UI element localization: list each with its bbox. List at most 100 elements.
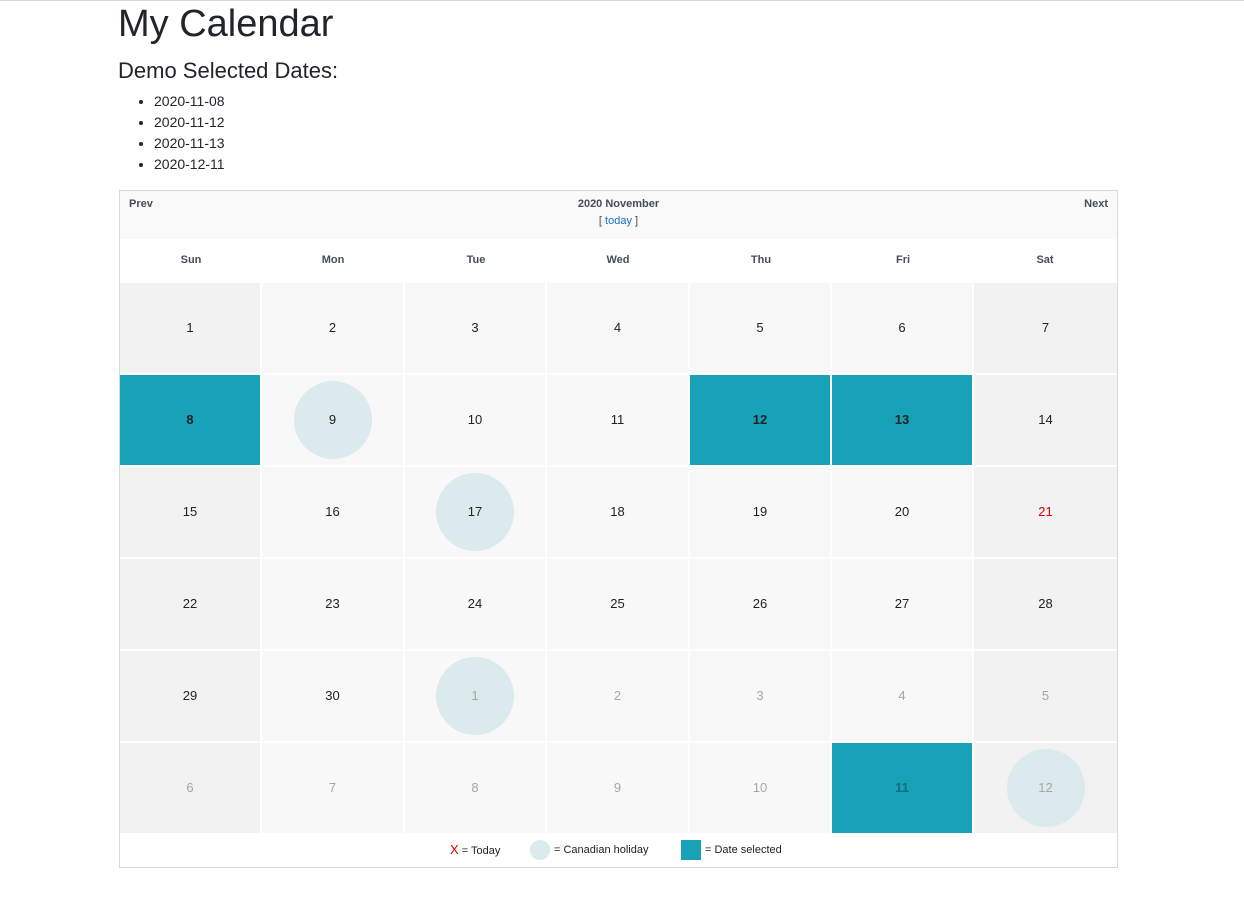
day-cell[interactable]: 1 [120, 283, 260, 373]
day-cell[interactable]: 8 [120, 375, 260, 465]
day-number: 29 [182, 688, 198, 703]
day-cell[interactable]: 6 [832, 283, 972, 373]
day-cell[interactable]: 19 [690, 467, 830, 557]
day-number: 3 [471, 320, 479, 335]
day-cell[interactable]: 10 [690, 743, 830, 833]
day-cell[interactable]: 3 [405, 283, 545, 373]
legend-today-label: = Today [461, 845, 501, 857]
day-number: 5 [756, 320, 764, 335]
day-cell[interactable]: 5 [690, 283, 830, 373]
day-cell[interactable]: 30 [262, 651, 403, 741]
selected-dates-list: 2020-11-08 2020-11-12 2020-11-13 2020-12… [154, 91, 225, 175]
weekday-header-fri: Fri [895, 254, 911, 266]
day-cell[interactable]: 13 [832, 375, 972, 465]
day-cell[interactable]: 14 [974, 375, 1117, 465]
day-cell[interactable]: 27 [832, 559, 972, 649]
day-number: 18 [610, 504, 625, 519]
today-link[interactable]: today [605, 215, 632, 227]
weekday-header-row: Sun Mon Tue Wed Thu Fri Sat [120, 239, 1117, 282]
day-number: 1 [186, 320, 194, 335]
weekday-header-wed: Wed [606, 254, 630, 266]
legend-selected: = Date selected [681, 833, 782, 867]
day-cell[interactable]: 9 [547, 743, 688, 833]
day-cell[interactable]: 25 [547, 559, 688, 649]
day-number: 11 [610, 412, 625, 427]
day-number: 27 [894, 596, 910, 611]
day-number: 16 [325, 504, 340, 519]
day-number: 6 [186, 780, 194, 795]
day-number: 22 [182, 596, 198, 611]
day-cell[interactable]: 4 [547, 283, 688, 373]
day-cell[interactable]: 29 [120, 651, 260, 741]
day-cell[interactable]: 21 [974, 467, 1117, 557]
legend-holiday: = Canadian holiday [530, 833, 649, 867]
day-cell[interactable]: 22 [120, 559, 260, 649]
day-cell[interactable]: 7 [974, 283, 1117, 373]
day-cell[interactable]: 1 [405, 651, 545, 741]
day-cell[interactable]: 28 [974, 559, 1117, 649]
legend-today: X = Today [450, 833, 500, 867]
day-cell[interactable]: 17 [405, 467, 545, 557]
legend-holiday-label: = Canadian holiday [554, 844, 649, 856]
today-bracket-close: ] [635, 215, 639, 227]
day-cell[interactable]: 12 [974, 743, 1117, 833]
day-cell[interactable]: 16 [262, 467, 403, 557]
day-number: 12 [1038, 780, 1053, 795]
day-cell[interactable]: 9 [262, 375, 403, 465]
day-number: 15 [182, 504, 198, 519]
day-number: 4 [613, 320, 622, 335]
selected-date-item: 2020-12-11 [154, 154, 225, 175]
calendar-header: Prev 2020 November [ today ] Next [120, 191, 1117, 239]
day-number: 7 [328, 780, 337, 795]
day-cell[interactable]: 20 [832, 467, 972, 557]
selected-square-icon [681, 840, 701, 861]
day-number: 9 [328, 412, 337, 427]
day-cell[interactable]: 18 [547, 467, 688, 557]
day-cell[interactable]: 23 [262, 559, 403, 649]
day-cell[interactable]: 4 [832, 651, 972, 741]
weekday-header-mon: Mon [321, 254, 345, 266]
day-cell[interactable]: 15 [120, 467, 260, 557]
day-cell[interactable]: 10 [405, 375, 545, 465]
day-number: 13 [894, 412, 910, 427]
day-cell[interactable]: 7 [262, 743, 403, 833]
day-cell[interactable]: 3 [690, 651, 830, 741]
day-number: 17 [467, 504, 483, 519]
day-cell[interactable]: 26 [690, 559, 830, 649]
next-month-button[interactable]: Next [1084, 198, 1108, 210]
day-number: 1 [471, 688, 479, 703]
day-cell[interactable]: 12 [690, 375, 830, 465]
day-number: 30 [325, 688, 340, 703]
day-number: 7 [1041, 320, 1050, 335]
day-number: 5 [1041, 688, 1050, 703]
today-bracket-open: [ [598, 215, 602, 227]
selected-date-item: 2020-11-12 [154, 112, 225, 133]
selected-date-item: 2020-11-08 [154, 91, 225, 112]
day-cell[interactable]: 24 [405, 559, 545, 649]
day-cell[interactable]: 5 [974, 651, 1117, 741]
weekday-header-sun: Sun [180, 254, 202, 266]
day-cell[interactable]: 2 [547, 651, 688, 741]
today-link-row: [ today ] [120, 215, 1117, 227]
legend-selected-label: = Date selected [705, 844, 782, 856]
selected-dates-heading: Demo Selected Dates: [118, 58, 339, 83]
day-cell[interactable]: 11 [832, 743, 972, 833]
day-number: 2 [613, 688, 622, 703]
day-number: 14 [1038, 412, 1053, 427]
page-title: My Calendar [118, 3, 334, 45]
selected-date-item: 2020-11-13 [154, 133, 225, 154]
day-number: 24 [467, 596, 483, 611]
day-number: 8 [186, 412, 194, 427]
day-cell[interactable]: 2 [262, 283, 403, 373]
day-number: 25 [610, 596, 625, 611]
day-number: 20 [894, 504, 910, 519]
day-cell[interactable]: 6 [120, 743, 260, 833]
calendar: Prev 2020 November [ today ] Next Sun Mon… [119, 190, 1118, 868]
day-number: 4 [898, 688, 906, 703]
holiday-circle-icon [530, 840, 550, 861]
day-number: 28 [1038, 596, 1053, 611]
day-cell[interactable]: 8 [405, 743, 545, 833]
calendar-grid: 1 2 3 4 5 6 7 8 9 10 11 12 13 14 15 16 17 18 19 20 21 22 23 24 2… [120, 283, 1117, 833]
day-number: 10 [752, 780, 768, 795]
day-cell[interactable]: 11 [547, 375, 688, 465]
